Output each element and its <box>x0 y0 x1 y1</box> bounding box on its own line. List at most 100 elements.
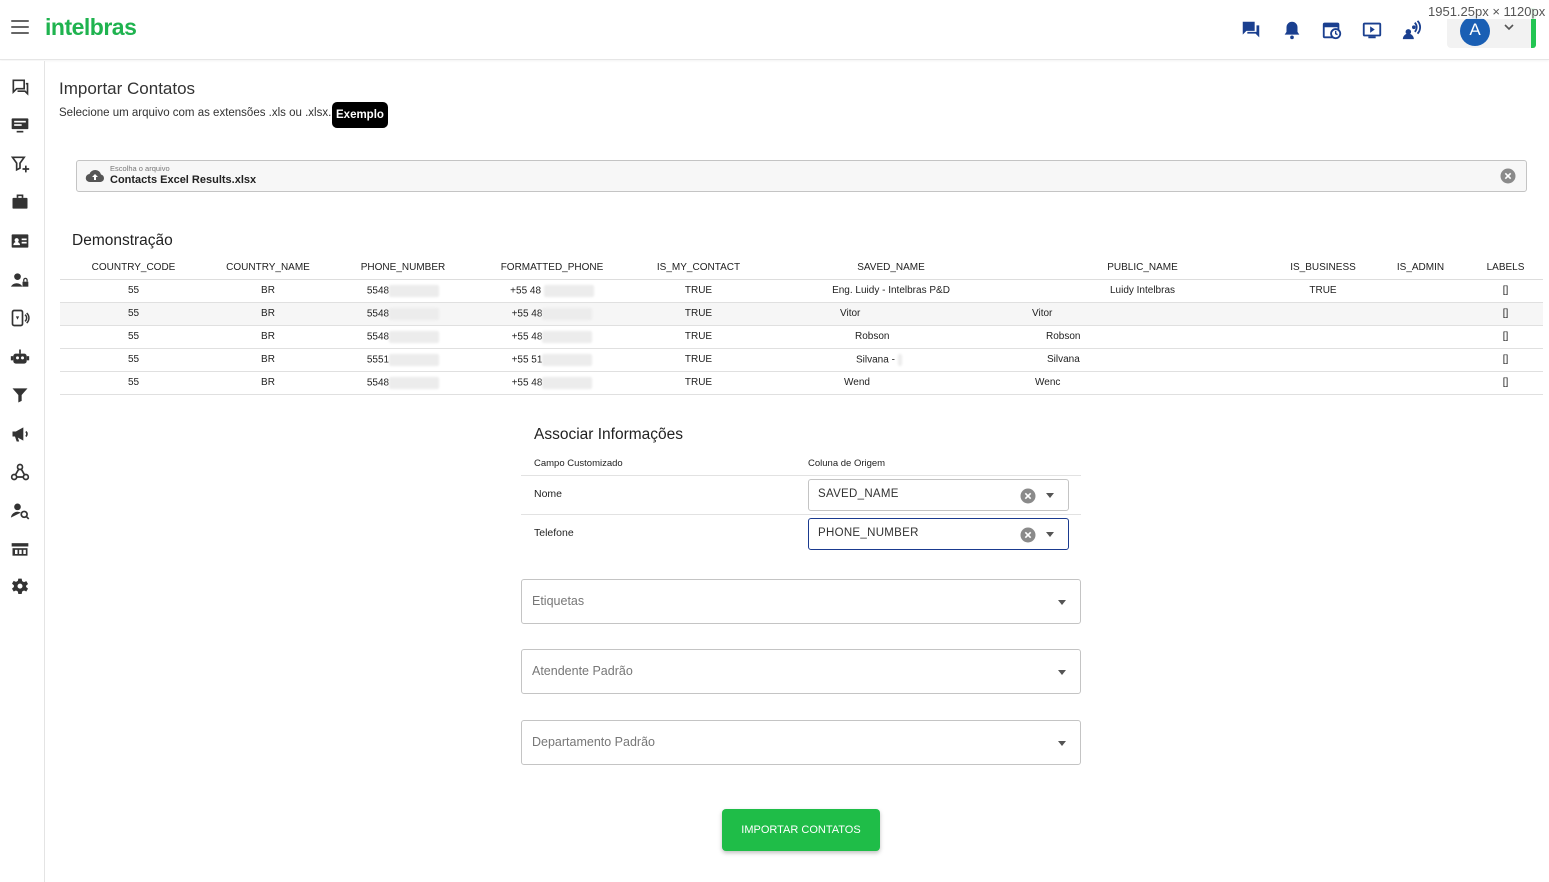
table-cell: +55 51 <box>477 348 627 372</box>
default-department-select[interactable]: Departamento Padrão <box>521 720 1081 765</box>
formatted-prefix: +55 51 <box>511 354 543 366</box>
webhook-icon[interactable] <box>10 462 32 484</box>
assoc-title: Associar Informações <box>534 426 684 443</box>
select-value: SAVED_NAME <box>818 488 899 500</box>
column-header: LABELS <box>1468 257 1543 280</box>
agent-placeholder: Atendente Padrão <box>532 664 633 678</box>
table-cell: BR <box>207 348 329 372</box>
dropdown-arrow-icon[interactable] <box>1058 600 1066 605</box>
formatted-prefix: +55 48 <box>510 285 542 297</box>
page-subtitle: Selecione um arquivo com as extensões .x… <box>59 107 332 119</box>
contact-card-icon[interactable] <box>10 231 32 253</box>
table-header-row: COUNTRY_CODE COUNTRY_NAME PHONE_NUMBER F… <box>60 257 1543 280</box>
logo[interactable]: intelbras <box>45 14 137 41</box>
example-button[interactable]: Exemplo <box>332 102 388 128</box>
clear-icon[interactable] <box>1020 527 1036 543</box>
redacted-blur <box>543 284 594 297</box>
column-header: COUNTRY_NAME <box>207 257 329 280</box>
redacted-blur <box>897 353 902 366</box>
redacted-blur <box>542 330 593 343</box>
table-cell <box>1273 302 1373 326</box>
default-agent-select[interactable]: Atendente Padrão <box>521 649 1081 694</box>
table-cell: TRUE <box>627 325 770 349</box>
table-row: 55 BR 5548 +55 48 TRUE Vitor Vitor [] <box>60 302 1543 326</box>
robot-icon[interactable] <box>10 347 32 369</box>
calendar-clock-icon[interactable] <box>1321 19 1343 41</box>
table-cell <box>1273 371 1373 395</box>
table-cell: 5551 <box>329 348 477 372</box>
table-cell: [] <box>1468 348 1543 372</box>
user-search-icon[interactable] <box>10 501 32 523</box>
table-cell <box>1273 325 1373 349</box>
briefcase-icon[interactable] <box>10 192 32 214</box>
table-cell: 5548 <box>329 279 477 303</box>
redacted-blur <box>389 307 440 320</box>
viewport-size-label: 1951.25px × 1120px <box>1428 4 1546 19</box>
megaphone-icon[interactable] <box>10 424 32 446</box>
redacted-blur <box>389 330 440 343</box>
table-cell: TRUE <box>627 302 770 326</box>
column-header: SAVED_NAME <box>770 257 1012 280</box>
file-input[interactable]: Escolha o arquivo Contacts Excel Results… <box>76 160 1527 192</box>
table-cell: +55 48 <box>477 279 627 303</box>
column-header: IS_MY_CONTACT <box>627 257 770 280</box>
table-cell: 5548 <box>329 325 477 349</box>
menu-icon[interactable] <box>11 20 29 38</box>
dropdown-arrow-icon[interactable] <box>1058 741 1066 746</box>
monitor-icon[interactable] <box>10 115 32 137</box>
dropdown-arrow-icon[interactable] <box>1058 670 1066 675</box>
table-cell <box>1273 348 1373 372</box>
column-header: PUBLIC_NAME <box>1012 257 1273 280</box>
table-row: 55 BR 5548 +55 48 TRUE Wend Wenc [] <box>60 371 1543 395</box>
chat-icon[interactable] <box>1240 19 1262 41</box>
dropdown-arrow-icon[interactable] <box>1046 532 1054 537</box>
divider <box>521 514 1081 515</box>
tags-placeholder: Etiquetas <box>532 594 585 608</box>
demo-title: Demonstração <box>72 232 173 249</box>
phone-prefix: 5548 <box>366 285 390 297</box>
table-cell: 55 <box>60 279 207 303</box>
table-cell: [] <box>1468 302 1543 326</box>
column-header-custom-field: Campo Customizado <box>534 458 623 469</box>
table-cell: Vitor <box>1012 302 1273 326</box>
clear-file-icon[interactable] <box>1500 168 1516 184</box>
table-cell: Robson <box>770 325 1012 349</box>
table-cell: +55 48 <box>477 371 627 395</box>
video-icon[interactable] <box>1361 19 1383 41</box>
table-cell: 55 <box>60 348 207 372</box>
column-header: IS_ADMIN <box>1373 257 1468 280</box>
main-content: Importar Contatos Selecione um arquivo c… <box>46 61 1549 882</box>
phone-prefix: 5548 <box>366 308 390 320</box>
device-connect-icon[interactable] <box>10 308 32 330</box>
import-contacts-button[interactable]: IMPORTAR CONTATOS <box>722 809 880 851</box>
table-cell: Wend <box>770 371 1012 395</box>
gear-icon[interactable] <box>10 577 32 599</box>
tags-select[interactable]: Etiquetas <box>521 579 1081 624</box>
bell-icon[interactable] <box>1281 19 1303 41</box>
select-value: PHONE_NUMBER <box>818 527 919 539</box>
name-column-select[interactable]: SAVED_NAME <box>808 479 1069 511</box>
table-cell: +55 48 <box>477 325 627 349</box>
table-cell: [] <box>1468 279 1543 303</box>
file-name: Contacts Excel Results.xlsx <box>110 174 257 186</box>
column-header: FORMATTED_PHONE <box>477 257 627 280</box>
filter-add-icon[interactable] <box>10 154 32 176</box>
table-cell: Wenc <box>1012 371 1273 395</box>
redacted-blur <box>542 353 593 366</box>
user-lock-icon[interactable] <box>10 270 32 292</box>
chat-icon[interactable] <box>10 77 32 99</box>
phone-column-select[interactable]: PHONE_NUMBER <box>808 518 1069 550</box>
table-cell: 55 <box>60 325 207 349</box>
broadcast-users-icon[interactable] <box>1401 19 1423 41</box>
formatted-prefix: +55 48 <box>511 308 543 320</box>
table-cell: Silvana <box>1012 348 1273 372</box>
redacted-blur <box>389 353 440 366</box>
dropdown-arrow-icon[interactable] <box>1046 493 1054 498</box>
table-cell: +55 48 <box>477 302 627 326</box>
store-icon[interactable] <box>10 539 32 561</box>
funnel-icon[interactable] <box>10 385 32 407</box>
clear-icon[interactable] <box>1020 488 1036 504</box>
avatar[interactable]: A <box>1460 16 1490 46</box>
department-placeholder: Departamento Padrão <box>532 735 655 749</box>
chevron-down-icon[interactable] <box>1502 20 1516 34</box>
